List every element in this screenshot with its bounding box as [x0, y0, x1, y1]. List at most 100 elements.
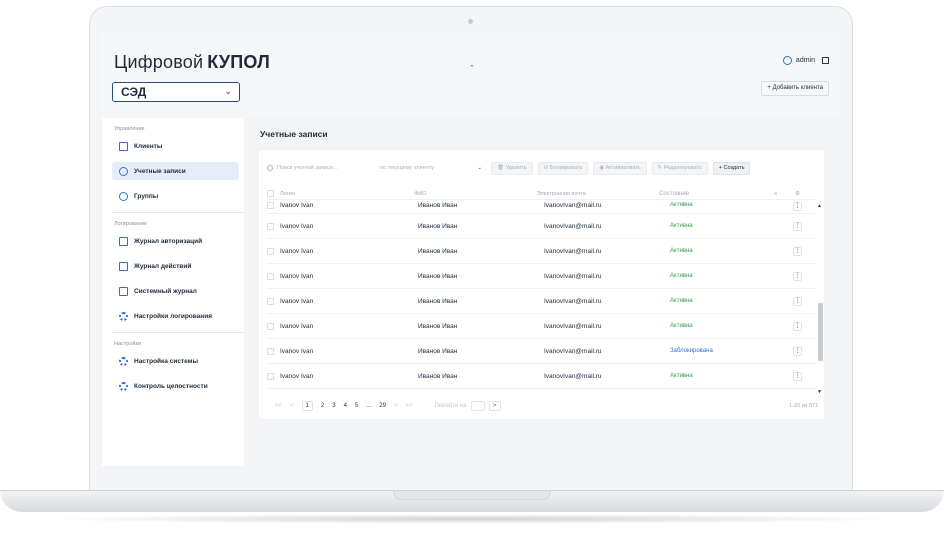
page-button[interactable]: 3 — [332, 403, 335, 409]
row-menu-icon[interactable]: ⋮ — [793, 371, 802, 381]
cell-email: IvanovIvan@mail.ru — [544, 222, 602, 230]
table-row[interactable]: Ivanov Ivan Иванов Иван IvanovIvan@mail.… — [267, 364, 816, 389]
header-login[interactable]: Логин — [280, 191, 414, 197]
table-row[interactable]: Ivanov Ivan Иванов Иван IvanovIvan@mail.… — [267, 289, 816, 314]
prev-page-button[interactable]: < — [290, 403, 294, 409]
user-circle-icon — [782, 56, 792, 65]
block-button[interactable]: ⊘ Блокировать — [537, 161, 589, 175]
edit-button[interactable]: ✎ Редактировать — [651, 161, 708, 175]
filter-icon[interactable]: ≡ — [774, 191, 777, 197]
cell-fio: Иванов Иван — [418, 272, 458, 280]
row-menu-icon[interactable]: ⋮ — [793, 346, 802, 356]
row-menu-icon[interactable]: ⋮ — [793, 202, 802, 211]
goto-button[interactable]: > — [488, 401, 501, 411]
select-all-checkbox[interactable] — [267, 190, 274, 197]
scope-select-value: по текущему клиенту — [380, 165, 435, 171]
page-button[interactable]: 2 — [321, 403, 324, 409]
delete-button[interactable]: 🗑 Удалить — [491, 161, 533, 175]
camera-dot — [468, 19, 473, 24]
row-menu-icon[interactable]: ⋮ — [793, 221, 802, 231]
page-button[interactable]: ... — [366, 403, 371, 409]
user-name: admin — [795, 57, 815, 64]
table-row[interactable]: Ivanov Ivan Иванов Иван IvanovIvan@mail.… — [267, 264, 816, 289]
sidebar-item-label: Настройки логирования — [134, 312, 212, 320]
gear-icon — [119, 381, 128, 391]
sidebar-item[interactable]: Настройки логирования — [112, 307, 239, 325]
row-checkbox[interactable] — [267, 347, 274, 355]
sidebar-item[interactable]: Учетные записи — [112, 162, 239, 180]
cell-status: Активна — [670, 202, 693, 208]
row-checkbox[interactable] — [267, 222, 274, 230]
page-button[interactable]: 4 — [344, 403, 347, 409]
sidebar-section-title: Логирование — [114, 221, 147, 227]
table-row[interactable]: Ivanov Ivan Иванов Иван IvanovIvan@mail.… — [267, 314, 816, 339]
row-checkbox[interactable] — [267, 372, 274, 380]
page-button[interactable]: 1 — [301, 401, 313, 411]
header-status[interactable]: Состояние — [659, 191, 774, 197]
row-menu-icon[interactable]: ⋮ — [793, 271, 802, 281]
row-menu-icon[interactable]: ⋮ — [793, 296, 802, 306]
header-fio[interactable]: ФИО — [414, 191, 536, 197]
sidebar-item[interactable]: Журнал действий — [112, 257, 239, 275]
home-icon — [119, 141, 128, 151]
table-row[interactable]: Ivanov Ivan Иванов Иван IvanovIvan@mail.… — [267, 239, 816, 264]
row-checkbox[interactable] — [267, 297, 274, 305]
row-checkbox[interactable] — [267, 322, 274, 330]
row-checkbox[interactable] — [267, 272, 274, 280]
row-checkbox[interactable] — [267, 202, 274, 209]
add-client-button[interactable]: + Добавить клиента — [761, 81, 829, 96]
cell-fio: Иванов Иван — [418, 297, 458, 305]
create-button[interactable]: + Создать — [712, 161, 751, 175]
cell-fio: Иванов Иван — [418, 322, 458, 330]
sidebar-item[interactable]: Клиенты — [112, 137, 239, 155]
row-checkbox[interactable] — [267, 247, 274, 255]
cell-fio: Иванов Иван — [418, 222, 458, 230]
cell-status: Активна — [670, 373, 693, 379]
sidebar-item[interactable]: Контроль целостности — [112, 377, 239, 395]
header-email[interactable]: Электронная почта — [537, 191, 659, 197]
table-row[interactable]: Ivanov Ivan Иванов Иван IvanovIvan@mail.… — [267, 339, 816, 364]
sidebar-item[interactable]: Группы — [112, 187, 239, 205]
pagination: << <1 2 3 4 5... 29 > >> Перейти на > — [275, 401, 501, 411]
row-menu-icon[interactable]: ⋮ — [793, 246, 802, 256]
scope-select[interactable]: по текущему клиенту ⌄ — [380, 165, 486, 171]
first-page-button[interactable]: << — [275, 403, 282, 409]
cell-login: Ivanov Ivan — [280, 202, 314, 209]
cell-login: Ivanov Ivan — [280, 222, 314, 230]
delete-label: Удалить — [505, 164, 527, 171]
row-menu-icon[interactable]: ⋮ — [793, 321, 802, 331]
sidebar-item[interactable]: Системный журнал — [112, 282, 239, 300]
sidebar-item[interactable]: Журнал авторизаций — [112, 232, 239, 250]
last-page-button[interactable]: >> — [405, 403, 412, 409]
settings-icon[interactable]: ⚙ — [795, 191, 800, 197]
page-button[interactable]: 5 — [355, 403, 358, 409]
system-select[interactable]: СЭД ⌄ — [112, 82, 240, 102]
globe-icon — [119, 191, 128, 201]
sidebar-item[interactable]: Настройка системы — [112, 352, 239, 370]
activate-button[interactable]: ◉ Активировать — [593, 161, 647, 175]
block-label: Блокировать — [549, 164, 583, 171]
user-menu[interactable]: admin — [782, 56, 829, 65]
search-icon — [267, 165, 273, 171]
cell-email: IvanovIvan@mail.ru — [544, 297, 602, 305]
main-content: Учетные записи Поиск учетной записи... п… — [244, 118, 839, 466]
logout-icon[interactable] — [822, 57, 829, 64]
scroll-down-icon[interactable]: ▼ — [817, 389, 822, 395]
goto-input[interactable] — [470, 401, 485, 411]
chevron-down-icon: ⌄ — [477, 165, 482, 171]
cell-status: Заблокирована — [670, 348, 713, 354]
cell-email: IvanovIvan@mail.ru — [544, 202, 602, 209]
cell-login: Ivanov Ivan — [280, 247, 314, 255]
scroll-up-icon[interactable]: ▲ — [817, 203, 822, 209]
cell-fio: Иванов Иван — [418, 347, 458, 355]
search-input[interactable]: Поиск учетной записи... — [267, 165, 375, 171]
next-page-button[interactable]: > — [394, 403, 398, 409]
page-button[interactable]: 29 — [379, 403, 386, 409]
gear-icon — [119, 356, 128, 366]
scroll-thumb[interactable] — [818, 303, 823, 361]
table-scrollbar[interactable]: ▲ ▼ — [817, 202, 823, 398]
cell-status: Активна — [670, 223, 693, 229]
table-row[interactable]: Ivanov Ivan Иванов Иван IvanovIvan@mail.… — [267, 214, 816, 239]
table-row[interactable]: Ivanov Ivan Иванов Иван IvanovIvan@mail.… — [267, 202, 816, 214]
chevron-up-icon[interactable]: ⌃ — [469, 64, 475, 72]
